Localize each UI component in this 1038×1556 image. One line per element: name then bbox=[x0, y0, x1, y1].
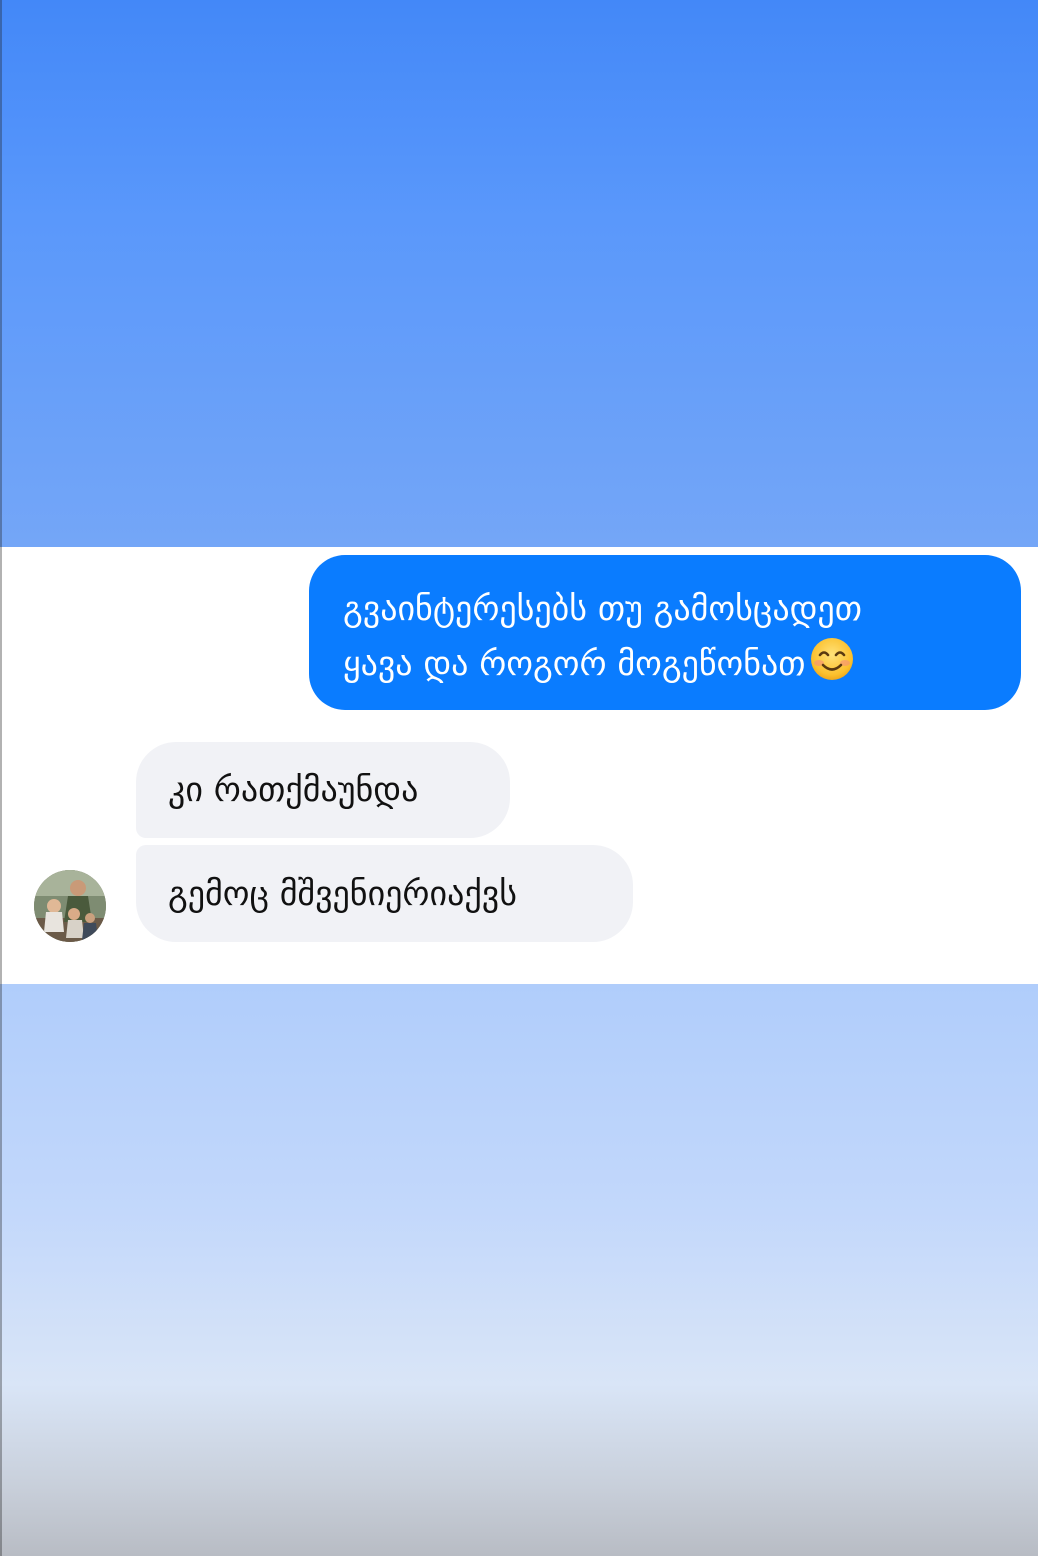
sent-message-bubble[interactable]: გვაინტერესებს თუ გამოსცადეთ ყავა და როგო… bbox=[309, 555, 1021, 710]
received-message-text-2: გემოც მშვენიერიაქვს bbox=[168, 874, 517, 914]
received-message-bubble-1[interactable]: კი რათქმაუნდა bbox=[136, 742, 510, 838]
sent-message-line-2: ყავა და როგორ მოგეწონათ bbox=[343, 635, 991, 690]
sender-avatar[interactable] bbox=[34, 870, 106, 942]
left-edge-shadow bbox=[0, 0, 2, 1556]
background-top bbox=[0, 0, 1038, 547]
sent-message-line-2-text: ყავა და როგორ მოგეწონათ bbox=[343, 644, 806, 684]
sent-message-line-1: გვაინტერესებს თუ გამოსცადეთ bbox=[343, 589, 862, 629]
user-photo-avatar-icon bbox=[34, 870, 106, 942]
received-message-bubble-2[interactable]: გემოც მშვენიერიაქვს bbox=[136, 845, 633, 942]
smiling-face-icon bbox=[810, 638, 853, 680]
chat-screenshot-panel: გვაინტერესებს თუ გამოსცადეთ ყავა და როგო… bbox=[2, 547, 1038, 984]
received-message-text-1: კი რათქმაუნდა bbox=[168, 770, 419, 810]
background-bottom bbox=[0, 984, 1038, 1556]
